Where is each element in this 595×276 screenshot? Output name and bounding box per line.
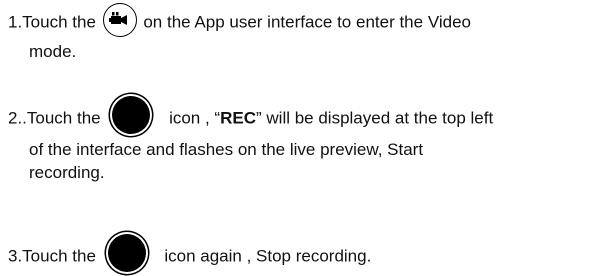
step-2-text-start: 2..Touch the [8,108,106,128]
step-2-line-2: of the interface and flashes on the live… [29,140,424,159]
rec-label: REC [220,108,256,128]
step-2: 2..Touch the icon , “REC” will be displa… [8,96,494,184]
video-camera-icon [102,3,137,37]
step-1: 1.Touch the on the App user interface to… [8,3,471,63]
step-2-line-3: recording. [29,163,105,182]
step-3-text-start: 3.Touch the [8,246,101,266]
step-3: 3.Touch the icon again , Stop recording. [8,234,372,276]
step-1-text-end: on the App user interface to enter the V… [138,12,471,32]
step-2-text-mid: icon , “ [164,108,221,128]
step-1-line-2: mode. [29,42,77,61]
step-3-text-end: icon again , Stop recording. [159,246,372,266]
record-button-icon [107,234,146,272]
record-button-icon [112,96,151,134]
step-1-text-start: 1.Touch the [8,12,101,32]
step-2-text-end: ” will be displayed at the top left [256,108,494,128]
